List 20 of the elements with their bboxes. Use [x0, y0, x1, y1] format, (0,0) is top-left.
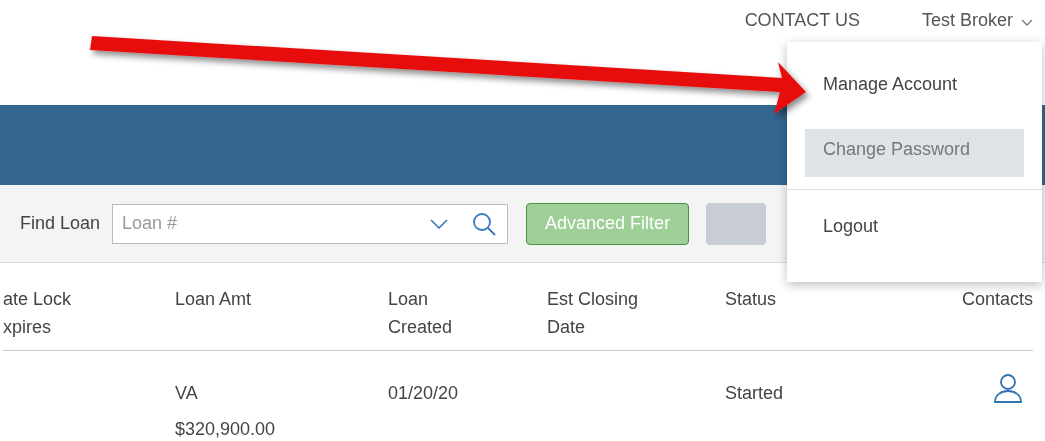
table-cell-text: 01/20/20 — [388, 382, 460, 405]
contact-us-link[interactable]: CONTACT US — [744, 8, 860, 31]
table-cell-text: Started — [725, 382, 785, 405]
column-header[interactable]: Est Closing Date — [547, 285, 647, 341]
menu-item[interactable]: Logout — [805, 206, 1024, 254]
user-menu-button[interactable]: Test Broker — [921, 8, 1033, 31]
table-cell-text: VA — [175, 382, 199, 405]
column-header[interactable]: ate Lock xpires — [3, 285, 103, 341]
column-header[interactable]: Contacts — [961, 285, 1033, 313]
column-header[interactable]: Loan Created — [388, 285, 488, 341]
menu-item[interactable]: Change Password — [805, 129, 1024, 177]
find-loan-label: Find Loan — [20, 213, 101, 234]
chevron-down-icon — [1021, 18, 1033, 27]
loan-search-field[interactable]: Loan # — [112, 203, 509, 244]
search-icon — [472, 211, 497, 236]
column-header[interactable]: Status — [725, 285, 825, 313]
table-cell-text: $320,900.00 — [175, 418, 277, 441]
column-header[interactable]: Loan Amt — [175, 285, 275, 313]
chevron-down-icon — [430, 218, 449, 229]
menu-item[interactable]: Manage Account — [805, 64, 1024, 112]
